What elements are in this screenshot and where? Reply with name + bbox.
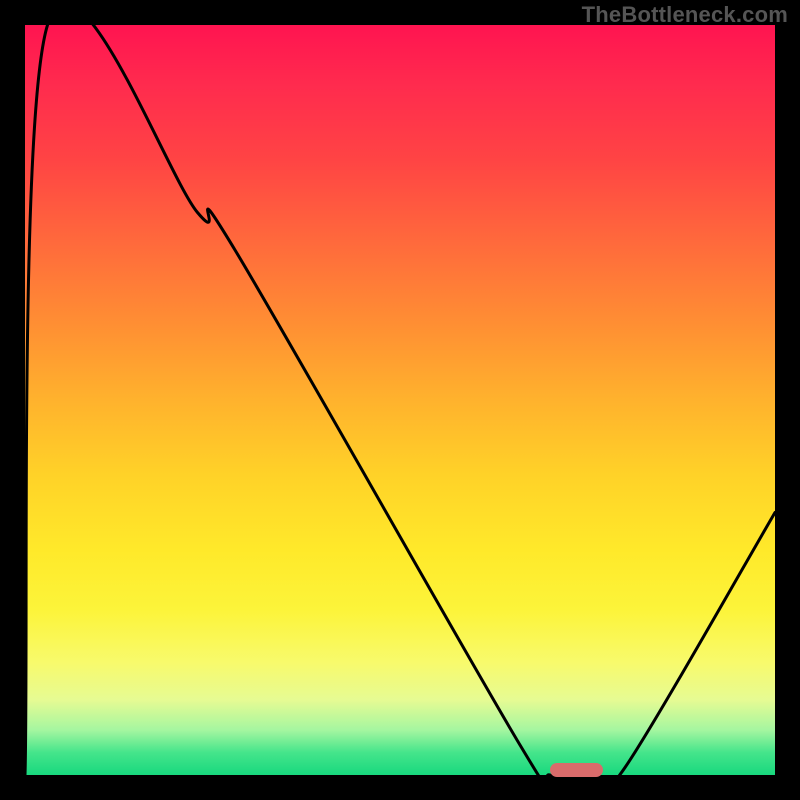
curve-svg xyxy=(25,25,775,775)
optimal-marker xyxy=(550,763,603,777)
chart-frame: TheBottleneck.com xyxy=(0,0,800,800)
bottleneck-curve xyxy=(25,25,775,775)
plot-area xyxy=(25,25,775,775)
